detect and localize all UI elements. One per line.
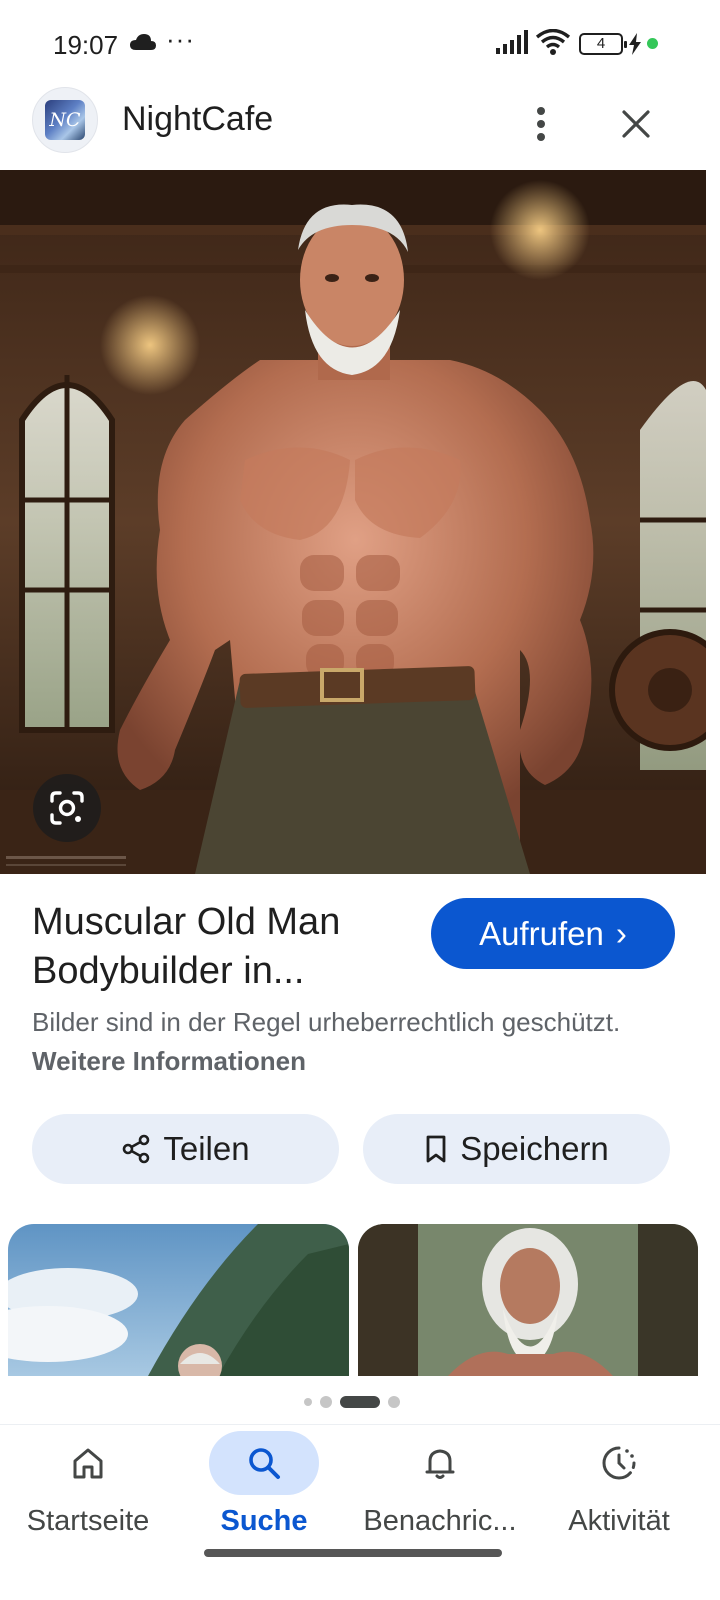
site-name[interactable]: NightCafe [122, 100, 273, 139]
nav-benachrichtigungen[interactable]: Benachric... [350, 1425, 530, 1565]
related-image[interactable] [358, 1224, 698, 1376]
bookmark-icon [426, 1135, 446, 1163]
status-bar: 19:07 ··· 4 [0, 0, 720, 80]
pagination-dot [320, 1396, 332, 1408]
bottom-navigation: Startseite Suche Benachric... Aktivität [0, 1424, 720, 1600]
nav-label: Startseite [26, 1505, 150, 1537]
privacy-indicator-dot [647, 38, 658, 49]
copyright-notice: Bilder sind in der Regel urheberrechtlic… [32, 1003, 652, 1081]
status-overflow: ··· [166, 24, 195, 54]
share-icon [123, 1134, 150, 1164]
nav-label: Suche [220, 1505, 308, 1537]
wifi-icon [535, 28, 571, 60]
bell-icon [385, 1431, 495, 1495]
nav-label: Aktivität [568, 1505, 670, 1537]
signal-icon [496, 30, 528, 59]
nav-startseite[interactable]: Startseite [8, 1425, 168, 1565]
forest-old-man-thumbnail [358, 1224, 698, 1376]
save-button[interactable]: Speichern [363, 1114, 670, 1184]
status-time: 19:07 [53, 30, 119, 60]
image-pagination [0, 1394, 720, 1408]
copyright-text: Bilder sind in der Regel urheberrechtlic… [32, 1007, 621, 1037]
related-image[interactable] [8, 1224, 349, 1376]
close-icon [622, 110, 650, 138]
more-vert-icon [537, 107, 545, 141]
pagination-dot [304, 1398, 312, 1406]
charging-bolt-icon [628, 33, 642, 60]
result-header: NC NightCafe [0, 80, 720, 172]
nav-aktivitaet[interactable]: Aktivität [544, 1425, 694, 1565]
nav-suche[interactable]: Suche [184, 1425, 344, 1565]
result-image[interactable] [0, 170, 706, 874]
battery-icon: 4 [579, 33, 627, 55]
result-title: Muscular Old Man Bodybuilder in... [32, 901, 341, 992]
visit-button[interactable]: Aufrufen › [431, 898, 675, 969]
nightcafe-logo-icon: NC [45, 100, 85, 140]
bodybuilder-illustration [0, 170, 706, 874]
pagination-dot [388, 1396, 400, 1408]
lens-icon [50, 791, 84, 825]
close-button[interactable] [612, 100, 660, 148]
mountain-scene-thumbnail [8, 1224, 349, 1376]
home-icon [33, 1431, 143, 1495]
visit-button-label: Aufrufen [479, 914, 604, 952]
share-label: Teilen [163, 1130, 250, 1167]
more-info-link[interactable]: Weitere Informationen [32, 1046, 306, 1076]
activity-icon [564, 1431, 674, 1495]
logo-text: NC [49, 109, 81, 131]
cloud-icon [130, 34, 156, 55]
more-options-button[interactable] [521, 98, 561, 150]
search-icon [209, 1431, 319, 1495]
save-label: Speichern [460, 1130, 609, 1167]
share-button[interactable]: Teilen [32, 1114, 339, 1184]
google-lens-button[interactable] [33, 774, 101, 842]
site-logo[interactable]: NC [32, 87, 98, 153]
nav-label: Benachric... [363, 1505, 517, 1537]
home-indicator[interactable] [204, 1549, 502, 1557]
chevron-right-icon: › [615, 914, 627, 952]
pagination-dot-active [340, 1396, 380, 1408]
